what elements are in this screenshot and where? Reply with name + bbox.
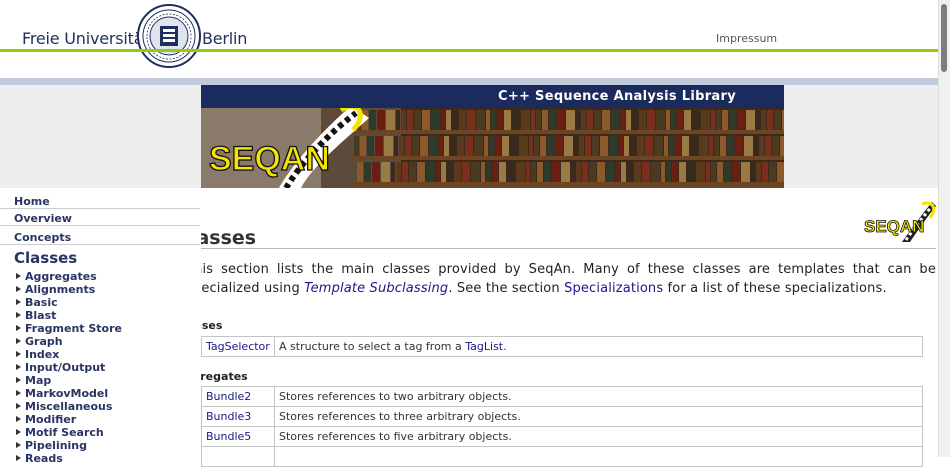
class-description: Stores references to five arbitrary obje… [274, 426, 923, 447]
sidebar-category-label: Aggregates [25, 270, 97, 283]
sidebar-category-label: Graph [25, 335, 63, 348]
bundle3-link[interactable]: Bundle3 [206, 410, 251, 423]
triangle-right-icon [16, 312, 21, 318]
intro-text-2: . See the section [448, 281, 565, 296]
sidebar-category-label: Basic [25, 296, 58, 309]
table-row: Bundle5 Stores references to five arbitr… [201, 426, 923, 447]
sidebar-category-label: Index [25, 348, 60, 361]
sidebar-category-label: Fragment Store [25, 322, 122, 335]
seqan-small-logo-icon[interactable]: SEQAN [862, 200, 936, 244]
sidebar-item-label: Overview [14, 212, 72, 225]
triangle-right-icon [16, 325, 21, 331]
sidebar-category-label: Motif Search [25, 426, 104, 439]
library-shelves-image: SEQAN [201, 108, 784, 188]
class-name-cell: Bundle3 [201, 406, 275, 427]
aggregates-table: Bundle2 Stores references to two arbitra… [201, 386, 923, 467]
triangle-right-icon [16, 364, 21, 370]
sidebar-category-label: Blast [25, 309, 57, 322]
sidebar-category-reads[interactable]: Reads [16, 452, 63, 465]
sidebar-category-graph[interactable]: Graph [16, 335, 63, 348]
university-header: Freie Universität Berlin Impressum [0, 0, 950, 86]
sidebar-category-blast[interactable]: Blast [16, 309, 56, 322]
table-row: Bundle3 Stores references to three arbit… [201, 406, 923, 427]
sidebar-category-label: Map [25, 374, 52, 387]
sidebar-category-alignments[interactable]: Alignments [16, 283, 95, 296]
sidebar-category-label: Input/Output [25, 361, 106, 374]
sidebar-category-aggregates[interactable]: Aggregates [16, 270, 97, 283]
class-name-cell: TagSelector [201, 336, 275, 357]
triangle-right-icon [16, 351, 21, 357]
triangle-right-icon [16, 286, 21, 292]
sidebar-item-concepts[interactable]: Concepts [0, 228, 200, 245]
classes-table: TagSelector A structure to select a tag … [201, 336, 923, 357]
header-divider [0, 49, 938, 52]
sidebar-category-miscellaneous[interactable]: Miscellaneous [16, 400, 112, 413]
banner-title: C++ Sequence Analysis Library [497, 89, 736, 104]
sidebar-category-label: Pipelining [25, 439, 88, 452]
class-description: A structure to select a tag from a [279, 340, 466, 353]
impressum-link[interactable]: Impressum [716, 32, 777, 45]
sidebar-category-index[interactable]: Index [16, 348, 59, 361]
sidebar-classes-heading[interactable]: Classes [14, 249, 77, 267]
class-description: Stores references to two arbitrary objec… [274, 386, 923, 407]
intro-text-3: for a list of these specializations. [663, 281, 887, 296]
table-row: Bundle2 Stores references to two arbitra… [201, 386, 923, 407]
scrollbar-thumb[interactable] [941, 4, 947, 72]
tagselector-link[interactable]: TagSelector [206, 340, 270, 353]
triangle-right-icon [16, 273, 21, 279]
sidebar-item-label: Home [14, 195, 50, 208]
class-name-cell: Bundle5 [201, 426, 275, 447]
sidebar-category-markovmodel[interactable]: MarkovModel [16, 387, 108, 400]
taglist-link[interactable]: TagList [465, 340, 503, 353]
table-row: TagSelector A structure to select a tag … [201, 336, 923, 357]
sidebar-category-label: Reads [25, 452, 63, 465]
sidebar-item-overview[interactable]: Overview [0, 209, 200, 226]
sidebar-category-motif-search[interactable]: Motif Search [16, 426, 104, 439]
sidebar-item-label: Concepts [14, 231, 72, 244]
sidebar-category-basic[interactable]: Basic [16, 296, 58, 309]
triangle-right-icon [16, 455, 21, 461]
triangle-right-icon [16, 299, 21, 305]
class-description-cell: A structure to select a tag from a TagLi… [274, 336, 923, 357]
bundle2-link[interactable]: Bundle2 [206, 390, 251, 403]
triangle-right-icon [16, 377, 21, 383]
university-name-right: Berlin [202, 29, 248, 48]
specializations-link[interactable]: Specializations [564, 281, 663, 296]
university-seal-icon[interactable] [137, 4, 201, 68]
title-divider [176, 248, 936, 249]
university-name-left: Freie Universität [22, 29, 150, 48]
sidebar-category-map[interactable]: Map [16, 374, 51, 387]
class-description-end: . [503, 340, 507, 353]
triangle-right-icon [16, 338, 21, 344]
template-subclassing-link[interactable]: Template Subclassing [304, 281, 448, 296]
sidebar-category-fragment-store[interactable]: Fragment Store [16, 322, 122, 335]
triangle-right-icon [16, 390, 21, 396]
triangle-right-icon [16, 403, 21, 409]
class-description: Stores references to three arbitrary obj… [274, 406, 923, 427]
triangle-right-icon [16, 416, 21, 422]
sidebar-category-label: Modifier [25, 413, 77, 426]
seqan-logo-text: SEQAN [209, 140, 330, 178]
header-bottom-bar [0, 78, 950, 85]
class-name-cell: Bundle2 [201, 386, 275, 407]
banner-title-bar: C++ Sequence Analysis Library [201, 85, 784, 108]
triangle-right-icon [16, 442, 21, 448]
sidebar-category-label: Miscellaneous [25, 400, 113, 413]
sidebar-category-input-output[interactable]: Input/Output [16, 361, 105, 374]
sidebar-item-home[interactable]: Home [0, 192, 200, 209]
sidebar-category-modifier[interactable]: Modifier [16, 413, 76, 426]
sidebar-category-label: Alignments [25, 283, 96, 296]
sidebar-category-pipelining[interactable]: Pipelining [16, 439, 87, 452]
svg-text:SEQAN: SEQAN [864, 217, 924, 236]
triangle-right-icon [16, 429, 21, 435]
intro-paragraph: This section lists the main classes prov… [186, 260, 936, 298]
seqan-banner: C++ Sequence Analysis Library SEQAN [201, 85, 784, 188]
bundle5-link[interactable]: Bundle5 [206, 430, 251, 443]
sidebar-category-label: MarkovModel [25, 387, 109, 400]
